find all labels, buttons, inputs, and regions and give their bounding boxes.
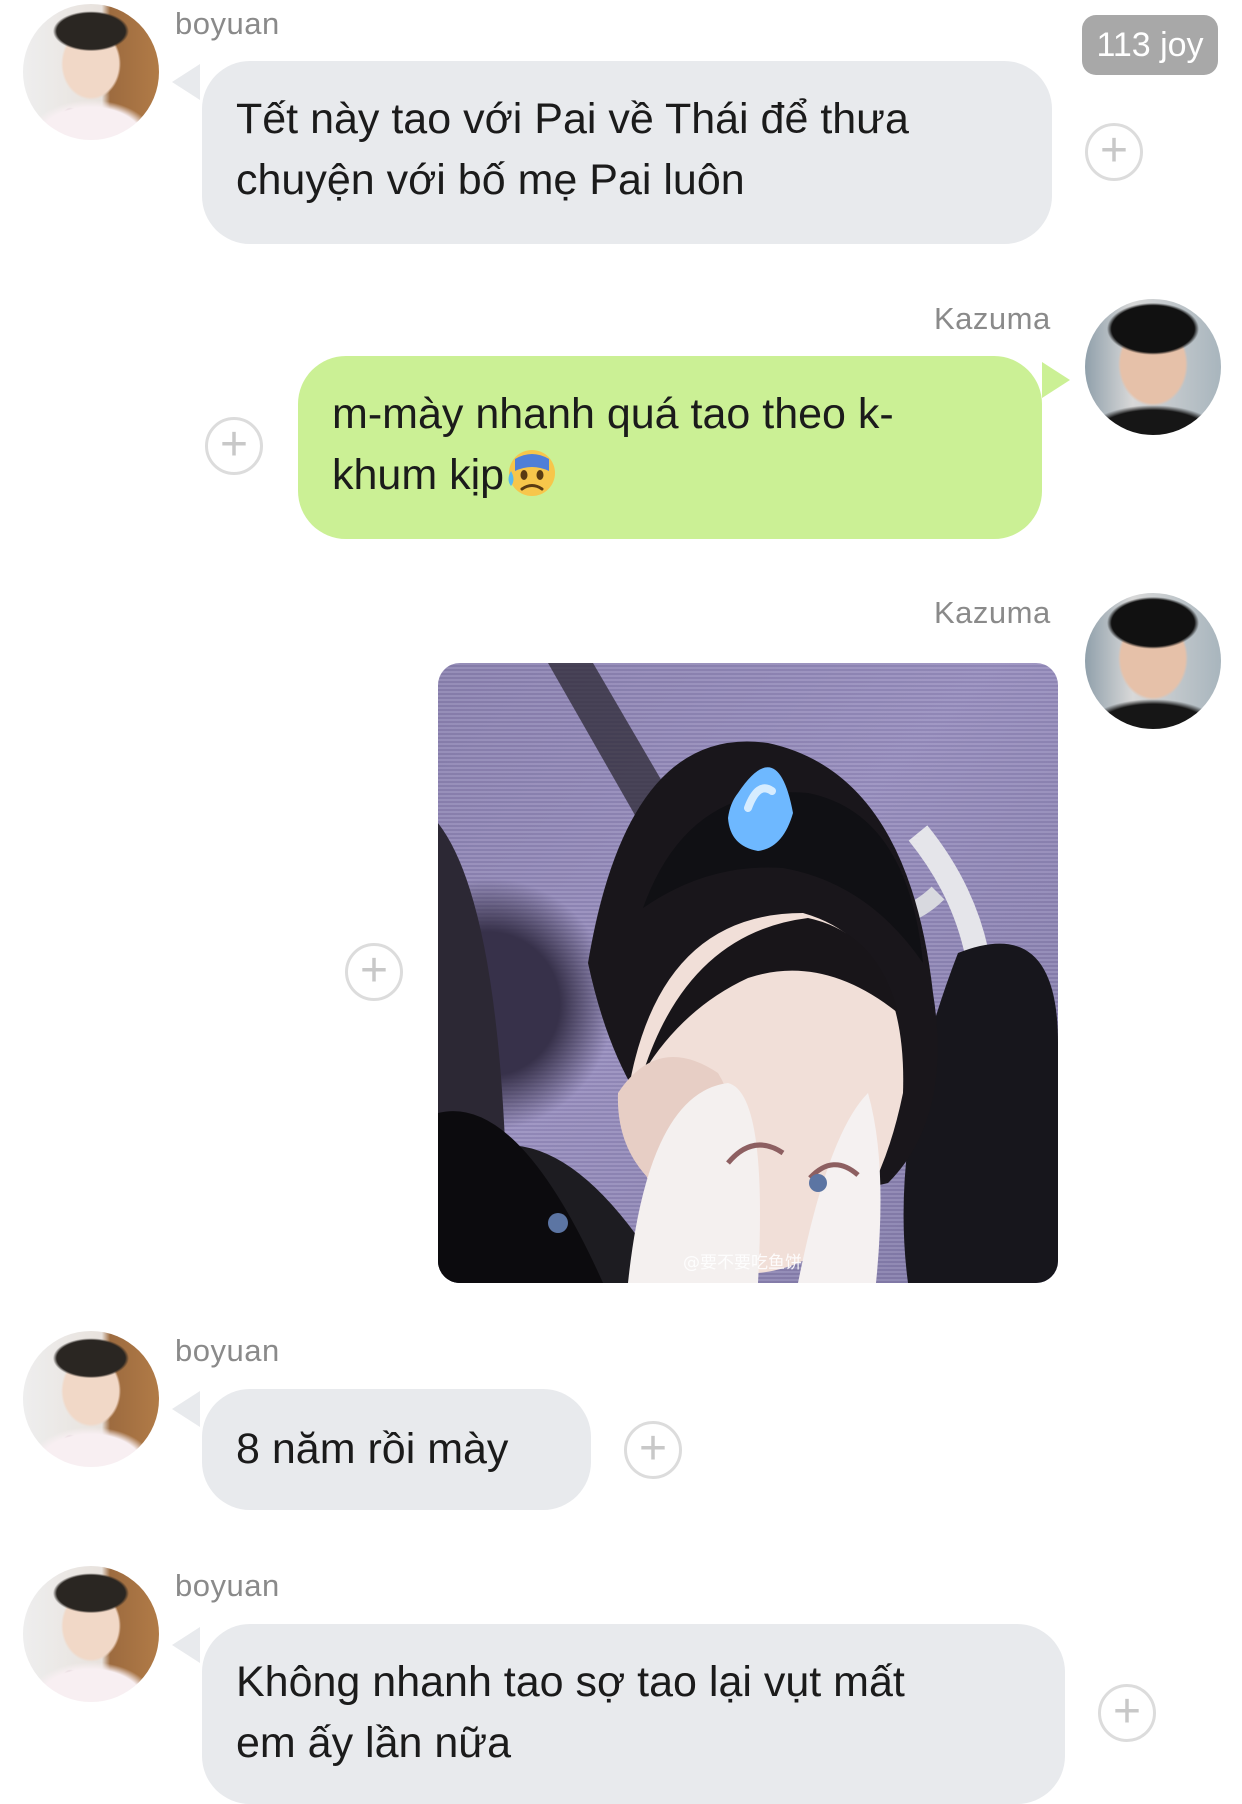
sender-name-boyuan: boyuan [175,6,280,41]
message-image[interactable]: @要不要吃鱼饼 [438,663,1058,1283]
message-bubble-5[interactable]: Không nhanh tao sợ tao lại vụt mất em ấy… [202,1624,1065,1804]
kazuma-avatar[interactable] [1085,299,1221,435]
add-reaction-button[interactable]: + [1098,1684,1156,1742]
add-reaction-button[interactable]: + [1085,123,1143,181]
message-text-line: m-mày nhanh quá tao theo k- [332,390,894,438]
kazuma-avatar[interactable] [1085,593,1221,729]
message-bubble-1[interactable]: Tết này tao với Pai về Thái để thưa chuy… [202,61,1052,244]
add-reaction-button[interactable]: + [624,1421,682,1479]
boyuan-avatar[interactable] [23,4,159,140]
sender-name-kazuma: Kazuma [934,301,1051,336]
anxious-face-with-sweat-icon [504,447,556,499]
bubble-tail [172,1627,200,1663]
joy-count-badge[interactable]: 113 joy [1082,15,1218,75]
sender-name-kazuma: Kazuma [934,595,1051,630]
message-bubble-4[interactable]: 8 năm rồi mày [202,1389,591,1510]
bubble-tail [172,64,200,100]
message-text-line: Tết này tao với Pai về Thái để thưa [236,95,909,143]
message-text-line-with-emoji: khum kịp [332,445,1008,506]
message-text-line: chuyện với bố mẹ Pai luôn [236,156,745,204]
add-reaction-button[interactable]: + [205,417,263,475]
sender-name-boyuan: boyuan [175,1333,280,1368]
message-text-line: 8 năm rồi mày [236,1425,509,1473]
message-text-line: em ấy lần nữa [236,1719,511,1767]
add-reaction-button[interactable]: + [345,943,403,1001]
bubble-tail [1042,362,1070,398]
image-watermark: @要不要吃鱼饼 [683,1253,802,1273]
boyuan-avatar[interactable] [23,1566,159,1702]
message-bubble-2[interactable]: m-mày nhanh quá tao theo k- khum kịp [298,356,1042,539]
message-text-line: Không nhanh tao sợ tao lại vụt mất [236,1658,905,1706]
photo-illustration [438,663,1058,1283]
message-text: khum kịp [332,451,505,499]
boyuan-avatar[interactable] [23,1331,159,1467]
sender-name-boyuan: boyuan [175,1568,280,1603]
bubble-tail [172,1391,200,1427]
